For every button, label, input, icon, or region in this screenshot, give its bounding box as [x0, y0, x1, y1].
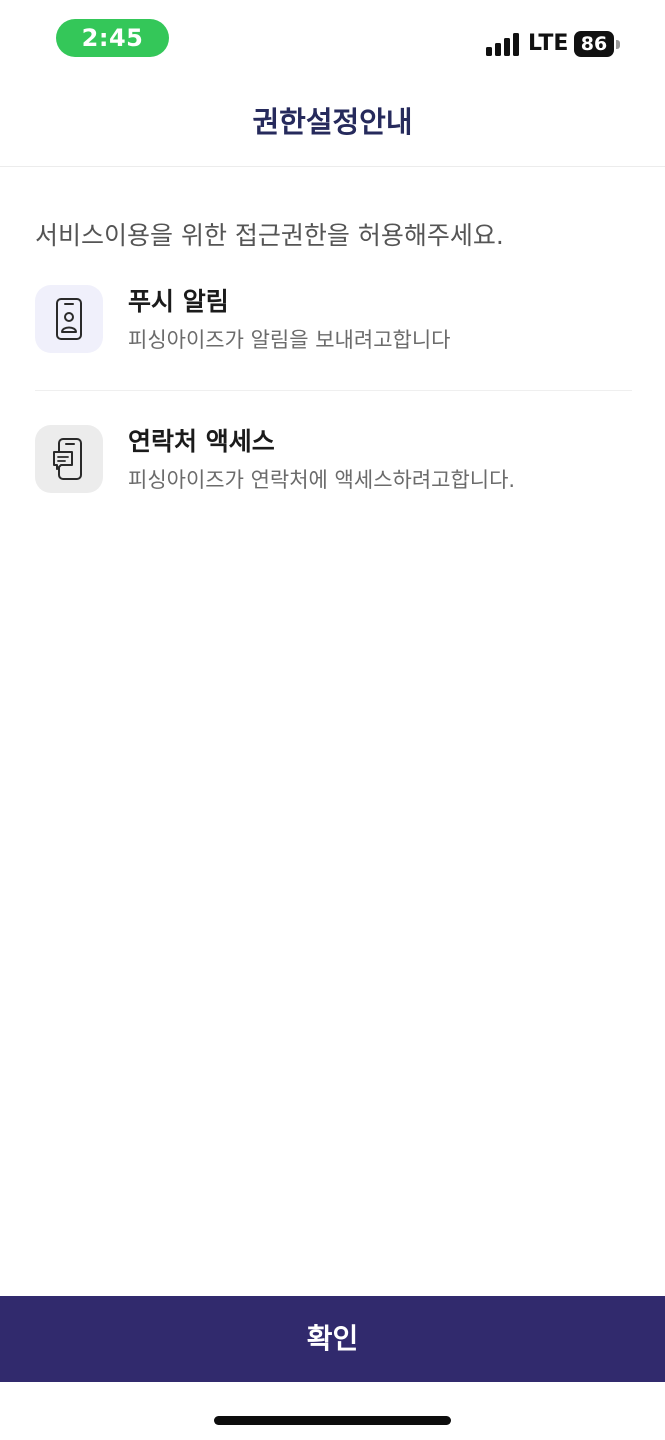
battery-level: 86 [574, 31, 614, 57]
permission-item-contacts: 연락처 액세스 피싱아이즈가 연락처에 액세스하려고합니다. [35, 425, 632, 495]
permission-icon-box [35, 425, 103, 493]
battery-icon: 86 [574, 31, 620, 57]
divider [35, 390, 632, 391]
phone-person-icon [56, 298, 82, 340]
page-title: 권한설정안내 [252, 105, 413, 139]
home-indicator[interactable] [214, 1416, 451, 1425]
network-type-label: LTE [528, 31, 569, 56]
header: 권한설정안내 [0, 82, 665, 167]
permission-item-push: 푸시 알림 피싱아이즈가 알림을 보내려고합니다 [35, 285, 632, 355]
permission-guide-screen: 2:45 LTE 86 권한설정안내 서비스이용을 위한 접근권한을 허용해주세… [0, 0, 665, 1440]
permission-icon-box [35, 285, 103, 353]
permission-description: 피싱아이즈가 연락처에 액세스하려고합니다. [128, 468, 516, 492]
confirm-button[interactable]: 확인 [0, 1296, 665, 1382]
permission-description: 피싱아이즈가 알림을 보내려고합니다 [128, 328, 451, 352]
signal-icon [486, 33, 519, 56]
permission-title: 연락처 액세스 [128, 427, 275, 456]
status-time[interactable]: 2:45 [56, 19, 169, 57]
battery-tip [616, 40, 620, 49]
intro-text: 서비스이용을 위한 접근권한을 허용해주세요. [35, 221, 504, 250]
permission-title: 푸시 알림 [128, 287, 229, 316]
phone-chat-icon [53, 438, 82, 480]
status-bar: 2:45 LTE 86 [0, 0, 665, 82]
